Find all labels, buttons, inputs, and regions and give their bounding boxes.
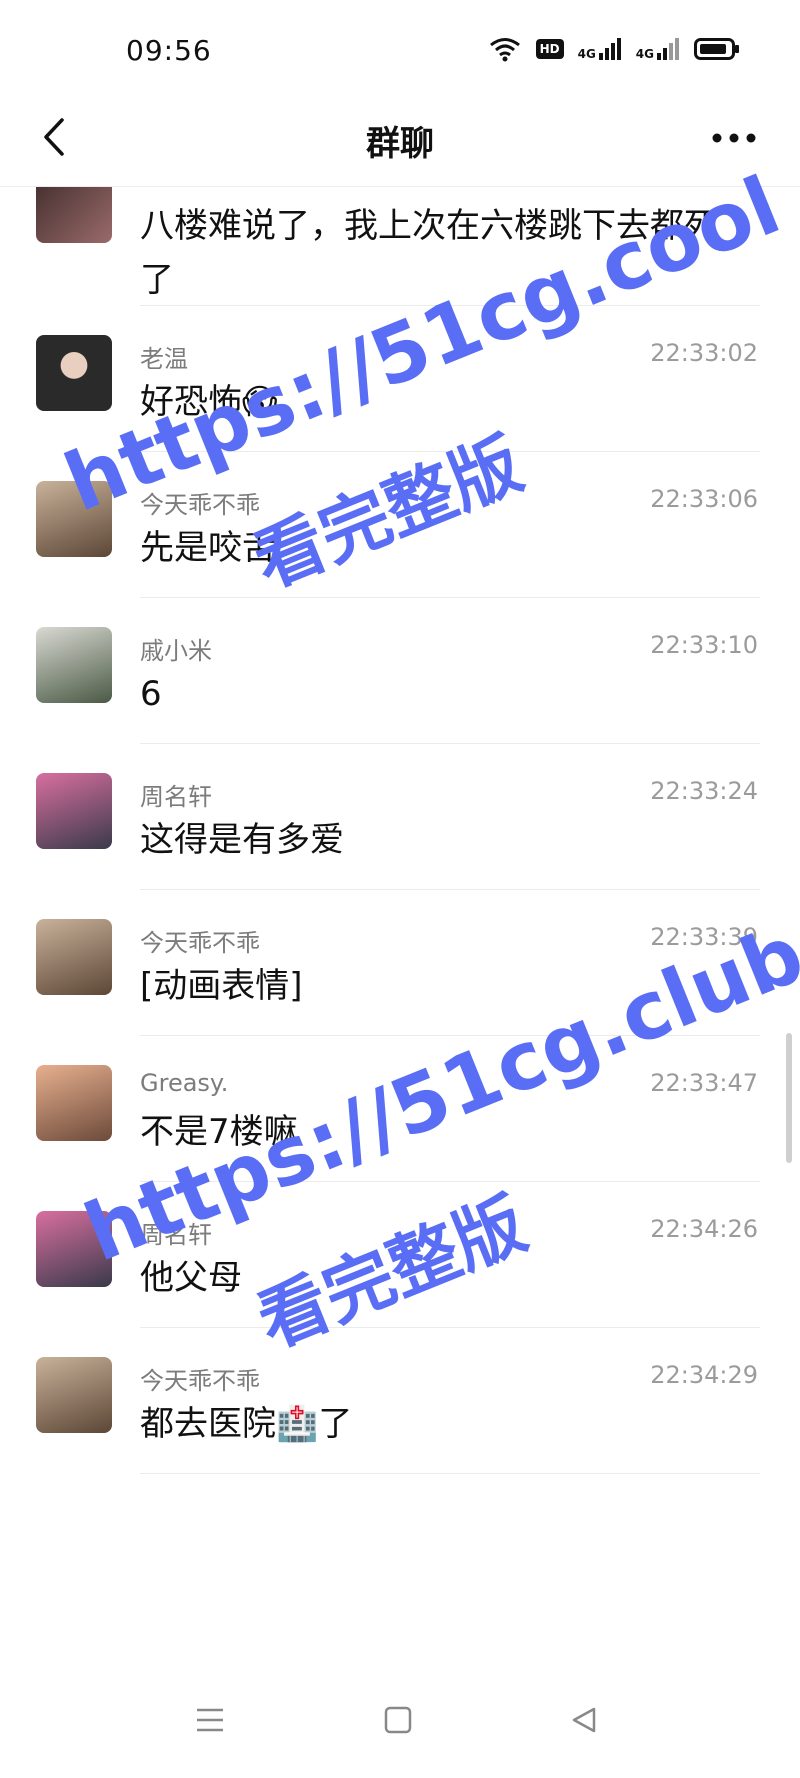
status-icons: HD 4G 4G	[488, 36, 740, 62]
system-nav-bar	[0, 1660, 800, 1778]
sender-name: Greasy.	[140, 1069, 229, 1097]
signal-icon: 4G	[578, 37, 622, 61]
nav-bar: 群聊	[0, 90, 800, 187]
message-time: 22:33:02	[650, 339, 758, 367]
more-dots-icon	[712, 133, 756, 143]
menu-button[interactable]	[186, 1696, 234, 1744]
battery-icon	[694, 37, 740, 61]
hd-badge: HD	[535, 39, 564, 59]
avatar[interactable]	[36, 1065, 112, 1141]
divider	[140, 1473, 760, 1474]
sender-name: 戚小米	[140, 637, 212, 665]
message-time: 22:33:10	[650, 631, 758, 659]
avatar[interactable]	[36, 1357, 112, 1433]
message-time: 22:34:29	[650, 1361, 758, 1389]
more-options-button[interactable]	[704, 116, 764, 160]
avatar[interactable]	[36, 919, 112, 995]
sender-name: 今天乖不乖	[140, 929, 260, 957]
avatar[interactable]	[36, 187, 112, 243]
avatar[interactable]	[36, 335, 112, 411]
home-button[interactable]	[374, 1696, 422, 1744]
menu-icon	[197, 1708, 223, 1732]
message-item[interactable]: 周名轩 22:33:24 这得是有多爱	[0, 743, 800, 889]
status-bar: 09:56 HD 4G 4G	[0, 0, 800, 90]
message-text: 都去医院🏥了	[140, 1404, 353, 1444]
network-type-label: 4G	[577, 47, 596, 61]
sender-name: 周名轩	[140, 783, 212, 811]
message-text: 6	[140, 674, 162, 714]
message-time: 22:34:26	[650, 1215, 758, 1243]
sender-name: 老温	[140, 345, 188, 373]
signal-icon-2: 4G	[636, 37, 680, 61]
avatar[interactable]	[36, 627, 112, 703]
back-triangle-icon	[572, 1707, 596, 1733]
status-time: 09:56	[126, 34, 212, 67]
network-type-label-2: 4G	[635, 47, 654, 61]
message-item[interactable]: 今天乖不乖 22:34:29 都去医院🏥了	[0, 1327, 800, 1473]
scrollbar[interactable]	[786, 1033, 792, 1163]
message-list[interactable]: 八楼难说了，我上次在六楼跳下去都死了 老温 22:33:02 好恐怖😱 今天乖不…	[0, 187, 800, 1660]
message-time: 22:33:24	[650, 777, 758, 805]
home-square-icon	[384, 1706, 412, 1734]
wifi-icon	[488, 36, 522, 62]
message-time: 22:33:47	[650, 1069, 758, 1097]
back-nav-button[interactable]	[560, 1696, 608, 1744]
message-item[interactable]: 戚小米 22:33:10 6	[0, 597, 800, 743]
sender-name: 今天乖不乖	[140, 1367, 260, 1395]
message-time: 22:33:06	[650, 485, 758, 513]
page-title: 群聊	[366, 124, 434, 164]
message-text: 这得是有多爱	[140, 820, 344, 860]
avatar[interactable]	[36, 773, 112, 849]
